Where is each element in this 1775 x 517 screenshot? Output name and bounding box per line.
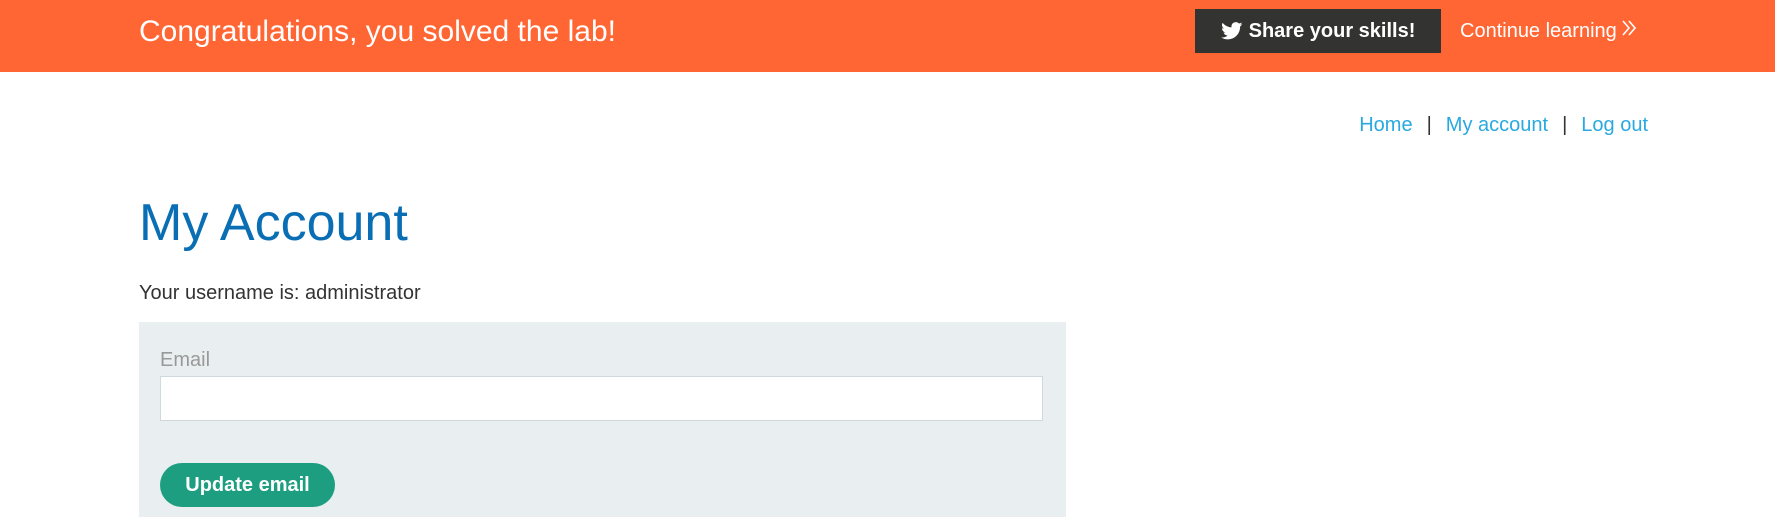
- banner-message: Congratulations, you solved the lab!: [139, 15, 616, 48]
- email-label: Email: [160, 349, 211, 371]
- username-text: Your username is: administrator: [139, 282, 421, 304]
- share-skills-label: Share your skills!: [1248, 19, 1416, 42]
- twitter-icon: [1220, 22, 1243, 40]
- page-title: My Account: [139, 194, 408, 252]
- update-email-button[interactable]: Update email: [160, 463, 335, 507]
- nav-home-link[interactable]: Home: [1359, 112, 1412, 138]
- top-navigation: Home | My account | Log out: [1359, 112, 1648, 138]
- nav-log-out-link[interactable]: Log out: [1581, 112, 1648, 138]
- share-skills-button[interactable]: Share your skills!: [1195, 9, 1441, 53]
- nav-my-account-link[interactable]: My account: [1446, 112, 1548, 138]
- email-form: Email Update email: [139, 322, 1066, 517]
- nav-separator: |: [1562, 114, 1568, 136]
- nav-separator: |: [1426, 114, 1432, 136]
- lab-solved-banner: Congratulations, you solved the lab! Sha…: [0, 0, 1775, 72]
- continue-learning-link[interactable]: Continue learning: [1460, 18, 1637, 44]
- continue-learning-label: Continue learning: [1460, 20, 1617, 42]
- double-chevron-right-icon: [1621, 18, 1637, 44]
- email-input[interactable]: [160, 376, 1043, 421]
